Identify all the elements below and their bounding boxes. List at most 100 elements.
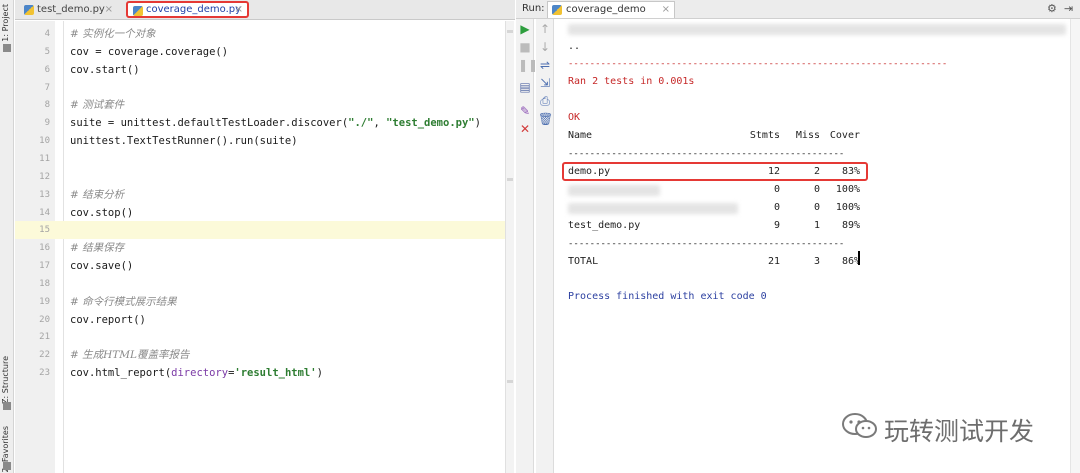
line-number: 14 — [39, 207, 50, 218]
line-number: 10 — [39, 136, 50, 147]
code-string: 'result_html' — [234, 367, 317, 380]
print-icon[interactable]: ⎙ — [538, 94, 552, 108]
run-config-tab[interactable]: coverage_demo × — [547, 1, 675, 18]
code-line[interactable]: 21 — [15, 328, 512, 346]
project-tab[interactable]: 1: Project — [1, 4, 10, 42]
code-line[interactable]: 15 — [15, 221, 512, 240]
code-line[interactable]: 10 unittest.TextTestRunner().run(suite) — [15, 132, 512, 150]
code-token: cov.stop() — [70, 206, 134, 219]
line-number: 17 — [39, 261, 50, 272]
table-row-stmts: 9 — [773, 220, 780, 231]
console-separator: ----------------------------------------… — [568, 59, 948, 69]
highlight-box — [562, 162, 868, 181]
line-number: 5 — [44, 46, 50, 57]
table-row-miss: 0 — [813, 202, 820, 213]
code-line[interactable]: 8 # 测试套件 — [15, 96, 512, 114]
code-line[interactable]: 7 — [15, 79, 512, 97]
structure-tab[interactable]: Z: Structure — [1, 356, 10, 404]
line-number: 9 — [44, 118, 50, 129]
table-row-miss: 0 — [813, 184, 820, 195]
code-token: cov.start() — [70, 63, 140, 76]
pause-icon[interactable]: ❚❚ — [518, 58, 538, 72]
code-line[interactable]: 6 cov.start() — [15, 61, 512, 79]
code-line[interactable]: 14 cov.stop() — [15, 204, 512, 222]
pin-icon[interactable]: ✎ — [518, 104, 532, 118]
code-comment: # 结束分析 — [70, 188, 125, 201]
code-text: cov.save() — [70, 257, 133, 275]
close-icon[interactable]: × — [235, 3, 243, 16]
soft-wrap-icon[interactable]: ⇌ — [538, 58, 552, 72]
up-arrow-icon[interactable]: ↑ — [538, 22, 552, 36]
scroll-marker — [507, 30, 513, 33]
tool-window-strip: 1: Project Z: Structure 2: Favorites — [0, 0, 14, 473]
code-text: # 结束分析 — [70, 186, 124, 204]
dump-threads-icon[interactable]: ▤ — [518, 80, 532, 94]
line-number: 15 — [39, 225, 50, 236]
total-miss: 3 — [813, 256, 820, 267]
line-number: 12 — [39, 171, 50, 182]
line-number: 16 — [39, 243, 50, 254]
code-comment: # 测试套件 — [70, 99, 125, 112]
code-line[interactable]: 4 # 实例化一个对象 — [15, 25, 512, 43]
favorites-icon[interactable] — [3, 462, 11, 470]
trash-icon[interactable]: 🗑 — [538, 112, 553, 126]
code-token: ) — [316, 367, 323, 380]
close-icon[interactable]: × — [662, 2, 670, 17]
code-text: # 命令行模式展示结果 — [70, 293, 177, 311]
close-icon[interactable]: × — [105, 2, 113, 17]
total-name: TOTAL — [568, 256, 599, 267]
line-number: 23 — [39, 368, 50, 379]
col-header-name: Name — [568, 130, 593, 141]
console-dots: .. — [568, 41, 581, 52]
text-caret — [858, 251, 860, 265]
code-line[interactable]: 13 # 结束分析 — [15, 186, 512, 204]
close-run-icon[interactable]: ✕ — [518, 122, 532, 136]
code-text: # 实例化一个对象 — [70, 25, 156, 43]
structure-icon[interactable] — [3, 402, 11, 410]
table-divider: ----------------------------------------… — [568, 149, 845, 159]
watermark-text: 玩转测试开发 — [884, 417, 1035, 446]
code-text: suite = unittest.defaultTestLoader.disco… — [70, 114, 481, 132]
run-label: Run: — [522, 3, 545, 14]
scroll-marker — [507, 178, 513, 181]
project-icon[interactable] — [3, 44, 11, 52]
table-row-cover: 100% — [835, 184, 860, 195]
table-row-cover: 100% — [835, 202, 860, 213]
table-row-stmts: 0 — [773, 202, 780, 213]
code-line[interactable]: 19 # 命令行模式展示结果 — [15, 293, 512, 311]
code-text: cov.start() — [70, 61, 140, 79]
code-token: , — [373, 117, 387, 130]
code-line[interactable]: 22 # 生成HTML覆盖率报告 — [15, 346, 512, 364]
blurred-command-path — [568, 24, 1066, 35]
code-line[interactable]: 17 cov.save() — [15, 257, 512, 275]
console-scrollbar[interactable] — [1070, 19, 1080, 473]
stop-icon[interactable]: ■ — [518, 40, 532, 54]
code-text: cov = coverage.coverage() — [70, 43, 228, 61]
code-token: suite = unittest.defaultTestLoader.disco… — [70, 117, 349, 130]
code-line[interactable]: 9 suite = unittest.defaultTestLoader.disc… — [15, 114, 512, 132]
code-line[interactable]: 5 cov = coverage.coverage() — [15, 43, 512, 61]
total-stmts: 21 — [767, 256, 780, 267]
code-string: "test_demo.py" — [386, 117, 475, 130]
tab-coverage-demo[interactable]: coverage_demo.py × — [126, 1, 249, 18]
total-cover: 86% — [841, 256, 860, 267]
code-line[interactable]: 23 cov.html_report(directory='result_html… — [15, 364, 512, 382]
code-token: cov.report() — [70, 313, 146, 326]
minimize-icon[interactable]: ⇥ — [1064, 2, 1073, 15]
editor-scrollbar[interactable] — [505, 21, 514, 473]
code-text: # 生成HTML覆盖率报告 — [70, 346, 190, 364]
tab-test-demo[interactable]: test_demo.py × — [19, 2, 117, 19]
code-line[interactable]: 18 — [15, 275, 512, 293]
code-line[interactable]: 20 cov.report() — [15, 311, 512, 329]
code-line[interactable]: 12 — [15, 168, 512, 186]
rerun-icon[interactable]: ▶ — [518, 22, 532, 36]
gear-icon[interactable]: ⚙ — [1047, 2, 1057, 15]
scroll-to-end-icon[interactable]: ⇲ — [538, 76, 552, 90]
code-comment: # 生成HTML覆盖率报告 — [70, 349, 190, 362]
tab-label: test_demo.py — [37, 4, 105, 15]
code-line[interactable]: 16 # 结果保存 — [15, 239, 512, 257]
code-line[interactable]: 11 — [15, 150, 512, 168]
col-header-miss: Miss — [795, 130, 820, 141]
editor-tab-bar: test_demo.py × coverage_demo.py × — [15, 0, 515, 20]
down-arrow-icon[interactable]: ↓ — [538, 40, 552, 54]
